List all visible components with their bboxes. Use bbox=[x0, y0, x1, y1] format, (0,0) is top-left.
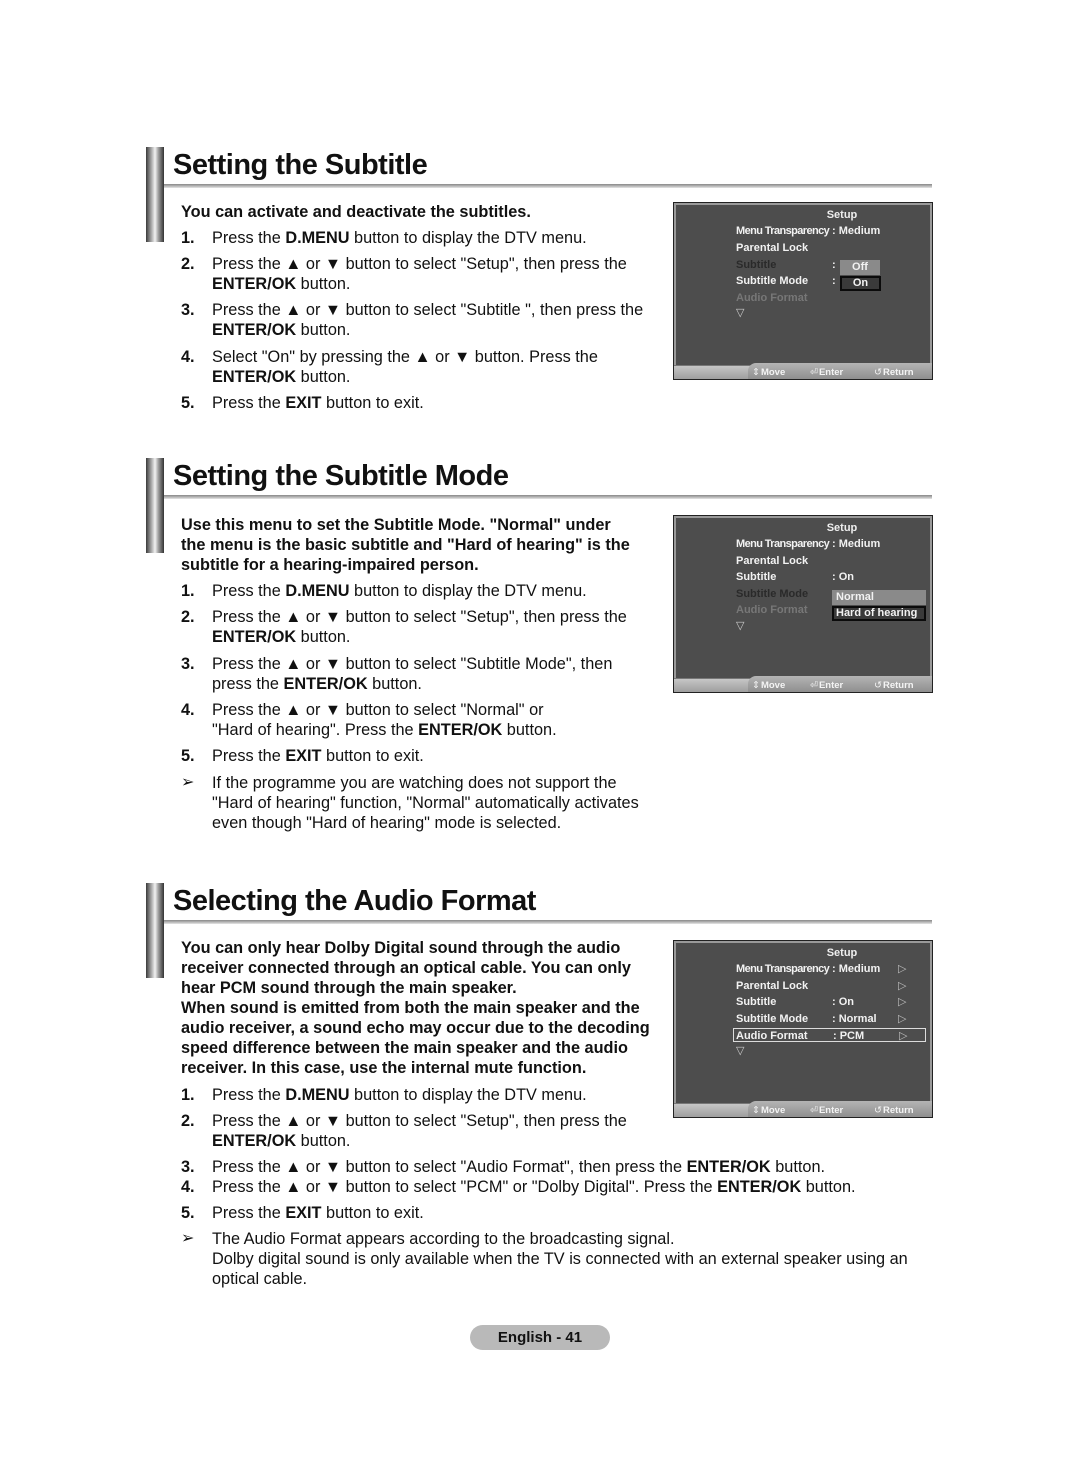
step-text: Press the ▲ or ▼ button to select "Subti… bbox=[212, 655, 613, 693]
enter-icon: ⏎ bbox=[810, 680, 818, 691]
osd-hint-enter: ⏎Enter bbox=[810, 1105, 844, 1116]
enter-icon: ⏎ bbox=[810, 1105, 818, 1116]
step-text: Select "On" by pressing the ▲ or ▼ butto… bbox=[212, 348, 598, 386]
tv-setup-menu-screenshot: Setup Menu Transparency: Medium ▷ Parenta… bbox=[673, 940, 933, 1118]
section-rule bbox=[164, 920, 932, 924]
osd-hint-enter: ⏎Enter bbox=[810, 367, 844, 378]
osd-hint-return: ↺Return bbox=[874, 680, 914, 691]
step-number: 3. bbox=[181, 655, 195, 673]
return-icon: ↺ bbox=[874, 1105, 882, 1116]
osd-hint-move: ⇕Move bbox=[752, 367, 786, 378]
section-intro: Use this menu to set the Subtitle Mode. … bbox=[181, 516, 630, 574]
scroll-down-triangle-icon: ▽ bbox=[736, 307, 745, 319]
osd-footer: ⇕Move ⏎Enter ↺Return bbox=[674, 1101, 932, 1117]
step-text: Press the EXIT button to exit. bbox=[212, 1204, 424, 1222]
step-number: 5. bbox=[181, 394, 195, 412]
note-arrow-icon: ➢ bbox=[181, 774, 195, 791]
submenu-arrow-icon: ▷ bbox=[899, 1030, 908, 1042]
section-title: Setting the Subtitle bbox=[173, 149, 428, 181]
page-number-label: English - 41 bbox=[470, 1325, 610, 1350]
osd-hint-enter: ⏎Enter bbox=[810, 680, 844, 691]
osd-footer: ⇕Move ⏎Enter ↺Return bbox=[674, 363, 932, 379]
note-arrow-icon: ➢ bbox=[181, 1230, 195, 1247]
step-number: 1. bbox=[181, 1086, 195, 1104]
step-number: 5. bbox=[181, 1204, 195, 1222]
scroll-down-triangle-icon: ▽ bbox=[736, 1045, 745, 1057]
step-text: Press the EXIT button to exit. bbox=[212, 747, 424, 765]
note-text: If the programme you are watching does n… bbox=[212, 774, 639, 832]
step-text: Press the D.MENU button to display the D… bbox=[212, 582, 587, 600]
step-number: 2. bbox=[181, 608, 195, 626]
step-number: 3. bbox=[181, 301, 195, 319]
osd-menu-title: Setup bbox=[826, 209, 858, 221]
submenu-arrow-icon: ▷ bbox=[898, 963, 907, 975]
step-number: 1. bbox=[181, 582, 195, 600]
return-icon: ↺ bbox=[874, 367, 882, 378]
section-header-audio-format: Selecting the Audio Format bbox=[146, 883, 932, 978]
section-accent-bar bbox=[146, 883, 164, 978]
move-arrows-icon: ⇕ bbox=[752, 680, 760, 691]
section-intro: You can activate and deactivate the subt… bbox=[181, 203, 531, 221]
osd-hint-move: ⇕Move bbox=[752, 1105, 786, 1116]
note-text: The Audio Format appears according to th… bbox=[212, 1230, 908, 1288]
step-text: Press the ▲ or ▼ button to select "Setup… bbox=[212, 1112, 627, 1150]
step-text: Press the D.MENU button to display the D… bbox=[212, 229, 587, 247]
tv-setup-menu-screenshot: Setup Menu Transparency: Medium Parental… bbox=[673, 202, 933, 380]
step-text: Press the ▲ or ▼ button to select "Subti… bbox=[212, 301, 644, 339]
osd-menu-title: Setup bbox=[826, 522, 858, 534]
step-text: Press the EXIT button to exit. bbox=[212, 394, 424, 412]
submenu-arrow-icon: ▷ bbox=[898, 996, 907, 1008]
step-number: 3. bbox=[181, 1158, 195, 1176]
step-number: 4. bbox=[181, 701, 195, 719]
osd-hint-move: ⇕Move bbox=[752, 680, 786, 691]
osd-hint-return: ↺Return bbox=[874, 1105, 914, 1116]
step-text: Press the ▲ or ▼ button to select "PCM" … bbox=[212, 1178, 856, 1196]
osd-option-normal: Normal bbox=[832, 590, 926, 605]
step-number: 2. bbox=[181, 255, 195, 273]
section-rule bbox=[164, 495, 932, 499]
section-header-subtitle-mode: Setting the Subtitle Mode bbox=[146, 458, 932, 553]
step-text: Press the D.MENU button to display the D… bbox=[212, 1086, 587, 1104]
move-arrows-icon: ⇕ bbox=[752, 1105, 760, 1116]
step-number: 1. bbox=[181, 229, 195, 247]
move-arrows-icon: ⇕ bbox=[752, 367, 760, 378]
step-number: 5. bbox=[181, 747, 195, 765]
tv-setup-menu-screenshot: Setup Menu Transparency: Medium Parental… bbox=[673, 515, 933, 693]
osd-hint-return: ↺Return bbox=[874, 367, 914, 378]
section-title: Selecting the Audio Format bbox=[173, 885, 536, 917]
osd-option-on-selected: On bbox=[840, 276, 881, 291]
step-text: Press the ▲ or ▼ button to select "Audio… bbox=[212, 1158, 826, 1176]
section-title: Setting the Subtitle Mode bbox=[173, 460, 509, 492]
step-number: 4. bbox=[181, 348, 195, 366]
scroll-down-triangle-icon: ▽ bbox=[736, 620, 745, 632]
step-text: Press the ▲ or ▼ button to select "Norma… bbox=[212, 701, 557, 739]
osd-menu-title: Setup bbox=[826, 947, 858, 959]
return-icon: ↺ bbox=[874, 680, 882, 691]
submenu-arrow-icon: ▷ bbox=[898, 1013, 907, 1025]
section-rule bbox=[164, 184, 932, 188]
step-number: 2. bbox=[181, 1112, 195, 1130]
osd-option-off: Off bbox=[840, 260, 880, 275]
step-text: Press the ▲ or ▼ button to select "Setup… bbox=[212, 608, 627, 646]
osd-menu-row-selected: Audio Format: PCM ▷ bbox=[733, 1028, 926, 1042]
enter-icon: ⏎ bbox=[810, 367, 818, 378]
step-text: Press the ▲ or ▼ button to select "Setup… bbox=[212, 255, 627, 293]
osd-footer: ⇕Move ⏎Enter ↺Return bbox=[674, 676, 932, 692]
section-accent-bar bbox=[146, 147, 164, 242]
section-header-subtitle: Setting the Subtitle bbox=[146, 147, 932, 242]
section-intro: You can only hear Dolby Digital sound th… bbox=[181, 939, 650, 1077]
step-number: 4. bbox=[181, 1178, 195, 1196]
section-accent-bar bbox=[146, 458, 164, 553]
osd-option-hard-of-hearing-selected: Hard of hearing bbox=[832, 606, 926, 621]
submenu-arrow-icon: ▷ bbox=[898, 980, 907, 992]
